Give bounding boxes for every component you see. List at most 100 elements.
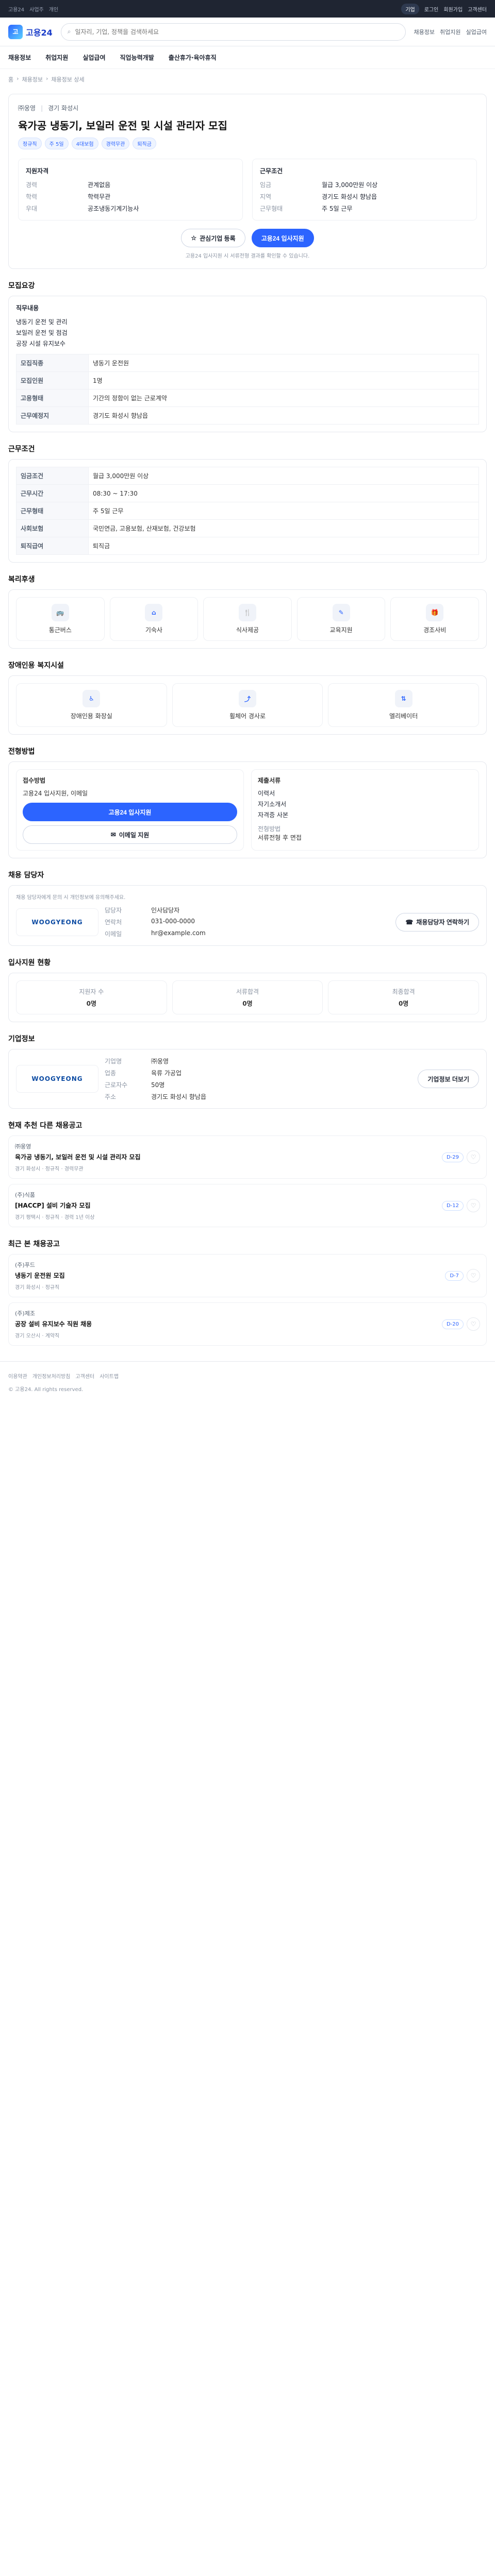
similar-meta-2: 경기 평택시 · 정규직 · 경력 1년 이상 <box>15 1215 95 1221</box>
nav-item-4[interactable]: 직업능력개발 <box>120 53 154 62</box>
header: 고 고용24 ⌕ 채용정보 취업지원 실업급여 <box>0 18 495 46</box>
disability-card: ♿ 장애인용 화장실 ⤴ 휠체어 경사로 ⇅ 엘리베이터 <box>8 675 487 735</box>
education-icon: ✎ <box>332 604 350 621</box>
apply-now-button[interactable]: 고용24 입사지원 <box>23 803 237 821</box>
search-input[interactable] <box>75 28 399 36</box>
logo-text: 고용24 <box>26 27 53 38</box>
duties-title: 직무내용 <box>16 304 39 312</box>
contact-k-1: 담당자 <box>105 907 122 914</box>
similar-company-1: ㈜웅영 <box>15 1143 31 1150</box>
company-v-2: 육류 가공업 <box>151 1070 182 1077</box>
company-more-button[interactable]: 기업정보 더보기 <box>418 1070 479 1088</box>
header-action-2[interactable]: 취업지원 <box>440 28 460 36</box>
recruit-k-3: 고용형태 <box>16 389 89 407</box>
email-apply-button[interactable]: ✉ 이메일 지원 <box>23 825 237 844</box>
header-action-3[interactable]: 실업급여 <box>466 28 487 36</box>
nav-item-1[interactable]: 채용정보 <box>8 53 31 62</box>
stat-value-2: 0명 <box>242 1000 253 1007</box>
cond-v-1: 월급 3,000만원 이상 <box>88 467 479 485</box>
recruit-k-1: 모집직종 <box>16 354 89 372</box>
heart-icon[interactable]: ♡ <box>467 1199 480 1212</box>
similar-list: ㈜웅영 육가공 냉동기, 보일러 운전 및 시설 관리자 모집 경기 화성시 ·… <box>8 1136 487 1227</box>
sum-right-v-3: 주 5일 근무 <box>322 205 353 212</box>
stats-grid: 지원자 수 0명 서류합격 0명 최종합격 0명 <box>16 980 479 1014</box>
benefit-label-2: 기숙사 <box>145 626 162 634</box>
stats-section: 입사지원 현황 지원자 수 0명 서류합격 0명 최종합격 0명 <box>8 957 487 1022</box>
sum-right-k-1: 임금 <box>260 181 272 189</box>
util-left-2[interactable]: 사업주 <box>29 5 44 13</box>
contact-button-label: 채용담당자 연락하기 <box>416 919 469 926</box>
heart-icon[interactable]: ♡ <box>467 1317 480 1331</box>
logo[interactable]: 고 고용24 <box>8 24 53 39</box>
nav-item-3[interactable]: 실업급여 <box>82 53 105 62</box>
stats-title: 입사지원 현황 <box>8 959 51 967</box>
sum-right-k-3: 근무형태 <box>260 205 283 212</box>
recruit-table: 모집직종 냉동기 운전원 모집인원 1명 고용형태 기간의 정함이 없는 근로계… <box>16 354 479 425</box>
doc-item-2: 자기소개서 <box>258 801 287 808</box>
tag-1: 정규직 <box>18 138 42 149</box>
heart-icon[interactable]: ♡ <box>467 1269 480 1282</box>
contact-notice: 채용 담당자에게 문의 시 개인정보에 유의해주세요. <box>16 895 126 901</box>
sum-right-v-2: 경기도 화성시 향남읍 <box>322 193 377 200</box>
list-item[interactable]: (주)푸드 냉동기 운전원 모집 경기 화성시 · 정규직 D-7 ♡ <box>8 1254 487 1297</box>
company-name[interactable]: ㈜웅영 <box>18 104 36 112</box>
favorite-company-button[interactable]: ☆ 관심기업 등록 <box>181 229 245 247</box>
util-pill: 기업 <box>401 3 419 14</box>
util-left-1[interactable]: 고용24 <box>8 5 24 13</box>
table-row: 모집인원 1명 <box>16 371 479 389</box>
recruit-k-2: 모집인원 <box>16 371 89 389</box>
restroom-icon: ♿ <box>82 690 101 707</box>
stat-label-1: 지원자 수 <box>79 988 104 995</box>
disability-label-3: 엘리베이터 <box>389 713 418 720</box>
nav-item-2[interactable]: 취업지원 <box>45 53 68 62</box>
company-k-4: 주소 <box>105 1093 117 1100</box>
header-action-1[interactable]: 채용정보 <box>414 28 435 36</box>
company-card: WOOGYEONG 기업명 ㈜웅영 업종 육류 가공업 근로자수 50명 주소 … <box>8 1049 487 1109</box>
duties-list: 냉동기 운전 및 관리 보일러 운전 및 점검 공장 시설 유지보수 <box>16 317 479 348</box>
util-right-2[interactable]: 회원가입 <box>443 5 463 13</box>
footer-link-4[interactable]: 사이트맵 <box>100 1372 119 1380</box>
apply-label: 고용24 입사지원 <box>261 234 304 242</box>
recent-title: 최근 본 채용공고 <box>8 1240 60 1248</box>
apply-button[interactable]: 고용24 입사지원 <box>251 229 314 247</box>
util-right-3[interactable]: 고객센터 <box>468 5 487 13</box>
breadcrumb-item-1[interactable]: 홈 <box>8 75 13 83</box>
similar-meta-1: 경기 화성시 · 정규직 · 경력무관 <box>15 1166 84 1172</box>
breadcrumb-item-2[interactable]: 채용정보 <box>22 75 43 83</box>
contact-button[interactable]: ☎ 채용담당자 연락하기 <box>395 912 479 931</box>
dday-badge-1: D-29 <box>441 1152 464 1162</box>
duty-item-2: 보일러 운전 및 점검 <box>16 329 68 336</box>
similar-title-1: 육가공 냉동기, 보일러 운전 및 시설 관리자 모집 <box>15 1154 141 1161</box>
list-item[interactable]: (주)제조 공장 설비 유지보수 직원 채용 경기 오산시 · 계약직 D-20… <box>8 1302 487 1346</box>
tag-4: 경력무관 <box>101 138 130 149</box>
benefit-label-3: 식사제공 <box>236 626 259 634</box>
contact-section: 채용 담당자 채용 담당자에게 문의 시 개인정보에 유의해주세요. WOOGY… <box>8 870 487 946</box>
cond-v-2: 08:30 ~ 17:30 <box>88 484 479 502</box>
search-icon: ⌕ <box>67 28 71 35</box>
bus-icon: 🚌 <box>51 604 69 621</box>
conditions-section: 근무조건 임금조건 월급 3,000만원 이상 근무시간 08:30 ~ 17:… <box>8 444 487 563</box>
list-item[interactable]: (주)식품 [HACCP] 설비 기술자 모집 경기 평택시 · 정규직 · 경… <box>8 1184 487 1227</box>
similar-company-2: (주)식품 <box>15 1192 35 1198</box>
apply-card: 접수방법 고용24 입사지원, 이메일 고용24 입사지원 ✉ 이메일 지원 제… <box>8 761 487 858</box>
cond-k-2: 근무시간 <box>16 484 89 502</box>
utility-left: 고용24 사업주 개인 <box>8 5 58 13</box>
util-left-3[interactable]: 개인 <box>49 5 58 13</box>
summary-right: 근무조건 임금 월급 3,000만원 이상 지역 경기도 화성시 향남읍 근무형… <box>252 159 477 221</box>
footer-link-3[interactable]: 고객센터 <box>75 1372 94 1380</box>
recent-actions: D-20 ♡ <box>441 1317 480 1331</box>
summary-left: 지원자격 경력 관계없음 학력 학력무관 우대 공조냉동기계기능사 <box>18 159 243 221</box>
contact-v-3: hr@example.com <box>151 929 206 937</box>
tag-5: 퇴직금 <box>133 138 156 149</box>
footer-link-2[interactable]: 개인정보처리방침 <box>32 1372 71 1380</box>
method-value: 서류전형 후 면접 <box>258 834 302 841</box>
util-right-1[interactable]: 로그인 <box>424 5 439 13</box>
nav-item-5[interactable]: 출산휴가·육아휴직 <box>169 53 217 62</box>
contact-v-2: 031-000-0000 <box>151 918 195 925</box>
company-logo: WOOGYEONG <box>16 908 98 936</box>
table-row: 근무시간 08:30 ~ 17:30 <box>16 484 479 502</box>
heart-icon[interactable]: ♡ <box>467 1150 480 1164</box>
footer-link-1[interactable]: 이용약관 <box>8 1372 27 1380</box>
list-item[interactable]: ㈜웅영 육가공 냉동기, 보일러 운전 및 시설 관리자 모집 경기 화성시 ·… <box>8 1136 487 1179</box>
meal-icon: 🍴 <box>238 604 256 621</box>
